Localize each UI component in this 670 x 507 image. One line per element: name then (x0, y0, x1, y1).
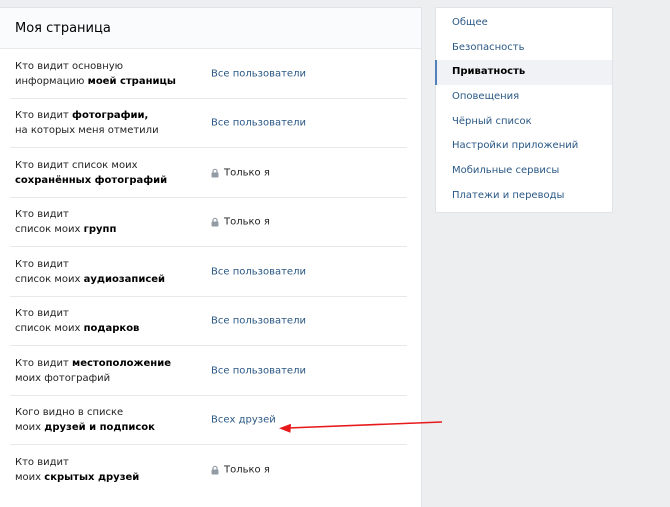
side-menu-item[interactable]: Чёрный список (436, 110, 612, 135)
side-menu-item[interactable]: Платежи и переводы (436, 184, 612, 209)
privacy-row: Кто видит список моих групп Только я (0, 198, 422, 247)
privacy-row-label: Кто видит местоположение моих фотографий (15, 357, 171, 384)
privacy-value-text: Все пользователи (211, 266, 306, 278)
privacy-row-label: Кто видит список моих сохранённых фотогра… (15, 159, 168, 186)
privacy-value-text: Только я (224, 216, 270, 228)
privacy-value-dropdown[interactable]: Все пользователи (211, 266, 306, 277)
side-menu-item[interactable]: Приватность (435, 60, 612, 86)
privacy-settings-panel: Моя страница Кто видит основную информаци… (0, 7, 422, 507)
privacy-value-text: Все пользователи (211, 68, 306, 80)
privacy-value-dropdown[interactable]: Все пользователи (211, 68, 306, 79)
privacy-value-dropdown[interactable]: Все пользователи (211, 316, 306, 327)
privacy-row: Кто видит список моих подарков Все пользов… (0, 297, 422, 346)
privacy-value-text: Все пользователи (211, 315, 306, 327)
privacy-value-text: Только я (224, 167, 270, 179)
page-title: Моя страница (15, 20, 111, 36)
side-menu-item[interactable]: Мобильные сервисы (436, 159, 612, 184)
side-menu-item[interactable]: Настройки приложений (436, 134, 612, 159)
privacy-value-dropdown[interactable]: Всех друзей (211, 415, 276, 426)
privacy-row-label: Кто видит фотографии, на которых меня отм… (15, 110, 159, 137)
privacy-value-dropdown[interactable]: Все пользователи (211, 365, 306, 376)
privacy-row: Кто видит моих скрытых друзей Только я (0, 445, 422, 495)
privacy-value-dropdown[interactable]: Только я (211, 464, 270, 475)
side-menu-item[interactable]: Оповещения (436, 85, 612, 110)
privacy-row-label: Кого видно в списке моих друзей и подписо… (15, 407, 155, 434)
lock-icon (211, 217, 219, 227)
privacy-value-dropdown[interactable]: Все пользователи (211, 118, 306, 129)
privacy-row-label: Кто видит список моих групп (15, 209, 117, 236)
panel-header: Моя страница (0, 8, 421, 49)
privacy-row-label: Кто видит список моих аудиозаписей (15, 258, 166, 285)
privacy-value-dropdown[interactable]: Только я (211, 167, 270, 178)
lock-icon (211, 168, 219, 178)
privacy-value-text: Всех друзей (211, 414, 276, 426)
privacy-value-text: Все пользователи (211, 117, 306, 129)
privacy-row-label: Кто видит основную информацию моей страни… (15, 60, 176, 87)
privacy-row-label: Кто видит моих скрытых друзей (15, 456, 140, 483)
privacy-value-dropdown[interactable]: Только я (211, 217, 270, 228)
privacy-row: Кто видит фотографии, на которых меня отм… (0, 99, 422, 148)
settings-side-menu: Общее Безопасность Приватность Оповещения Чё… (435, 7, 613, 213)
privacy-value-text: Только я (224, 464, 270, 476)
lock-icon (211, 465, 219, 475)
privacy-row: Кого видно в списке моих друзей и подписо… (0, 396, 422, 445)
side-menu-item[interactable]: Безопасность (436, 36, 612, 61)
privacy-row: Кто видит список моих аудиозаписей Все пол… (0, 247, 422, 297)
privacy-row: Кто видит местоположение моих фотографий В… (0, 346, 422, 396)
privacy-row: Кто видит основную информацию моей страни… (0, 49, 422, 99)
privacy-row: Кто видит список моих сохранённых фотогра… (0, 148, 422, 198)
privacy-value-text: Все пользователи (211, 365, 306, 377)
privacy-rows: Кто видит основную информацию моей страни… (0, 49, 422, 495)
privacy-row-label: Кто видит список моих подарков (15, 308, 140, 335)
side-menu-item[interactable]: Общее (436, 11, 612, 36)
